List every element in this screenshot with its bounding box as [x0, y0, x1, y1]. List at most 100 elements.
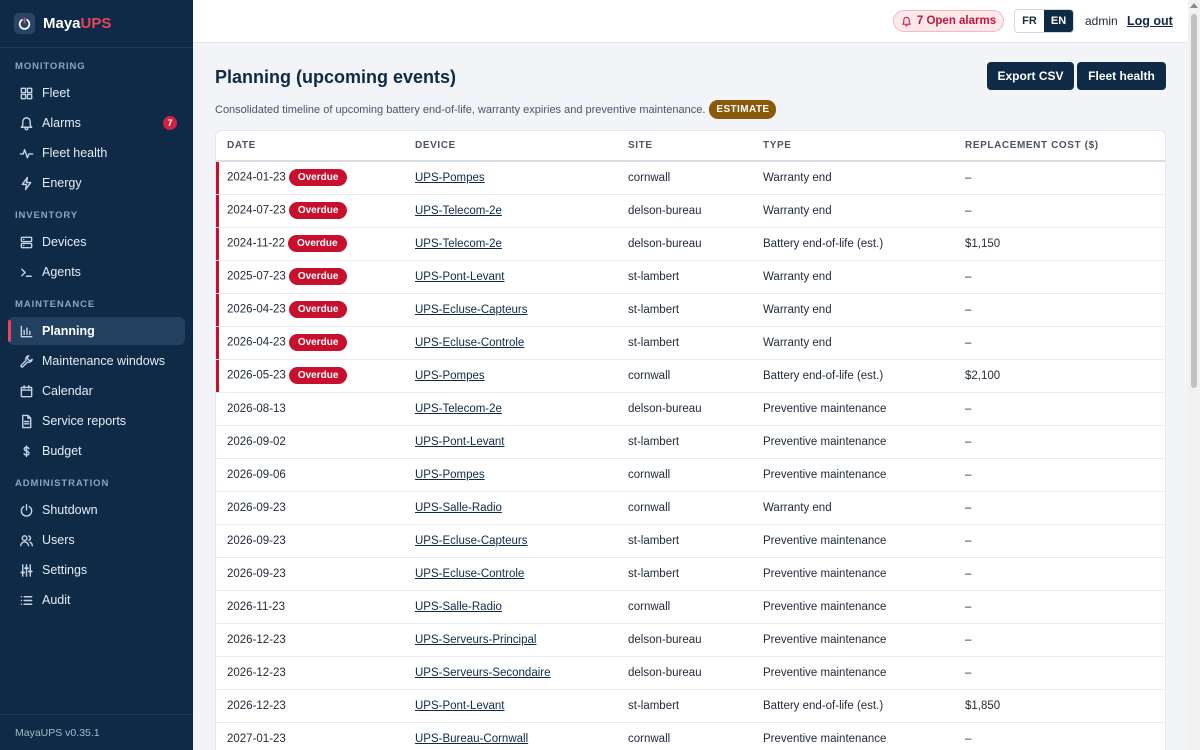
cell-cost: – — [965, 425, 1165, 459]
column-header-device[interactable]: DEVICE — [415, 131, 628, 162]
sidebar-item-budget[interactable]: Budget — [8, 437, 185, 465]
column-header-cost[interactable]: REPLACEMENT COST ($) — [965, 131, 1165, 162]
device-link[interactable]: UPS-Pont-Levant — [415, 436, 505, 448]
device-link[interactable]: UPS-Serveurs-Secondaire — [415, 667, 551, 679]
cell-device: UPS-Pompes — [415, 458, 628, 492]
sidebar-section-monitoring: MONITORING — [15, 61, 86, 72]
scroll-up-arrow-icon[interactable] — [1190, 3, 1198, 8]
cell-date: 2026-09-23 — [216, 557, 415, 591]
cell-device: UPS-Ecluse-Controle — [415, 326, 628, 360]
sidebar-item-energy[interactable]: Energy — [8, 169, 185, 197]
sidebar-item-fleet-health[interactable]: Fleet health — [8, 139, 185, 167]
cell-type: Warranty end — [763, 491, 965, 525]
sidebar-item-audit[interactable]: Audit — [8, 586, 185, 614]
table-row: 2026-09-06 UPS-Pompes cornwall Preventive m… — [216, 458, 1165, 492]
cell-site: cornwall — [628, 722, 763, 750]
device-link[interactable]: UPS-Serveurs-Principal — [415, 634, 536, 646]
cell-cost: – — [965, 491, 1165, 525]
sidebar-item-agents[interactable]: Agents — [8, 258, 185, 286]
export-csv-button[interactable]: Export CSV — [987, 62, 1074, 90]
sidebar-item-fleet[interactable]: Fleet — [8, 79, 185, 107]
logout-link[interactable]: Log out — [1127, 14, 1173, 28]
event-date: 2026-04-23 — [227, 336, 286, 349]
cell-site: cornwall — [628, 491, 763, 525]
table-row: 2026-05-23 Overdue UPS-Pompes cornwall Batte… — [216, 359, 1165, 393]
device-link[interactable]: UPS-Ecluse-Capteurs — [415, 304, 527, 316]
event-date: 2024-11-22 — [227, 237, 285, 250]
table-row: 2024-11-22 Overdue UPS-Telecom-2e delson-bu… — [216, 227, 1165, 261]
cell-type: Preventive maintenance — [763, 623, 965, 657]
bell-icon — [18, 115, 34, 131]
device-link[interactable]: UPS-Pont-Levant — [415, 271, 505, 283]
event-date: 2026-09-23 — [227, 567, 286, 580]
device-link[interactable]: UPS-Ecluse-Controle — [415, 568, 524, 580]
users-icon — [18, 532, 34, 548]
cell-type: Warranty end — [763, 293, 965, 327]
cell-device: UPS-Salle-Radio — [415, 590, 628, 624]
cell-type: Warranty end — [763, 161, 965, 195]
cell-type: Battery end-of-life (est.) — [763, 359, 965, 393]
scroll-thumb[interactable] — [1191, 14, 1197, 388]
device-link[interactable]: UPS-Pompes — [415, 172, 485, 184]
sidebar-item-settings[interactable]: Settings — [8, 556, 185, 584]
device-link[interactable]: UPS-Pompes — [415, 469, 485, 481]
sidebar-item-alarms[interactable]: Alarms 7 — [8, 109, 185, 137]
cell-device: UPS-Pont-Levant — [415, 425, 628, 459]
cell-type: Warranty end — [763, 194, 965, 228]
app-version: MayaUPS v0.35.1 — [0, 714, 193, 750]
cell-type: Preventive maintenance — [763, 722, 965, 750]
document-icon — [18, 413, 34, 429]
device-link[interactable]: UPS-Telecom-2e — [415, 403, 502, 415]
sidebar-item-label: Service reports — [42, 414, 127, 428]
device-link[interactable]: UPS-Salle-Radio — [415, 502, 502, 514]
cell-type: Warranty end — [763, 326, 965, 360]
sidebar-item-maintenance-windows[interactable]: Maintenance windows — [8, 347, 185, 375]
column-header-site[interactable]: SITE — [628, 131, 763, 162]
sidebar-item-users[interactable]: Users — [8, 526, 185, 554]
cell-cost: – — [965, 293, 1165, 327]
page-scrollbar[interactable] — [1188, 0, 1200, 750]
alarms-count-badge: 7 — [163, 116, 177, 130]
device-link[interactable]: UPS-Ecluse-Capteurs — [415, 535, 527, 547]
column-header-date[interactable]: DATE — [216, 131, 415, 162]
event-date: 2026-09-02 — [227, 435, 286, 448]
page-title: Planning (upcoming events) — [215, 67, 457, 87]
planning-table-body: 2024-01-23 Overdue UPS-Pompes cornwall Warra… — [216, 161, 1165, 750]
brand[interactable]: MayaUPS — [0, 0, 193, 48]
cell-date: 2024-07-23 Overdue — [216, 194, 415, 228]
table-row: 2026-08-13 UPS-Telecom-2e delson-bureau Pre… — [216, 392, 1165, 426]
power-icon — [18, 502, 34, 518]
cell-site: delson-bureau — [628, 392, 763, 426]
overdue-badge: Overdue — [288, 169, 348, 187]
device-link[interactable]: UPS-Pont-Levant — [415, 700, 505, 712]
sidebar-item-planning[interactable]: Planning — [8, 317, 185, 345]
table-row: 2026-09-23 UPS-Salle-Radio cornwall Warrant… — [216, 491, 1165, 525]
device-link[interactable]: UPS-Ecluse-Controle — [415, 337, 524, 349]
dollar-icon — [18, 443, 34, 459]
table-row: 2026-04-23 Overdue UPS-Ecluse-Controle st-l… — [216, 326, 1165, 360]
sidebar-item-label: Alarms — [42, 116, 81, 130]
lang-fr-button[interactable]: FR — [1015, 10, 1044, 32]
device-link[interactable]: UPS-Telecom-2e — [415, 238, 502, 250]
sidebar-item-devices[interactable]: Devices — [8, 228, 185, 256]
device-link[interactable]: UPS-Salle-Radio — [415, 601, 502, 613]
lang-en-button[interactable]: EN — [1044, 10, 1073, 32]
table-row: 2026-12-23 UPS-Serveurs-Secondaire delson-… — [216, 656, 1165, 690]
sidebar-item-service-reports[interactable]: Service reports — [8, 407, 185, 435]
sidebar-nav: MONITORING Fleet Alarms 7 Fleet health Energy… — [0, 61, 193, 614]
top-bar: 7 Open alarms FR EN admin Log out — [193, 0, 1188, 43]
cell-site: delson-bureau — [628, 227, 763, 261]
sidebar-item-shutdown[interactable]: Shutdown — [8, 496, 185, 524]
device-link[interactable]: UPS-Pompes — [415, 370, 485, 382]
sidebar-item-calendar[interactable]: Calendar — [8, 377, 185, 405]
cell-cost: – — [965, 260, 1165, 294]
table-row: 2024-01-23 Overdue UPS-Pompes cornwall Warra… — [216, 161, 1165, 195]
fleet-health-button[interactable]: Fleet health — [1077, 62, 1166, 90]
cell-type: Preventive maintenance — [763, 425, 965, 459]
open-alarms-pill[interactable]: 7 Open alarms — [893, 10, 1004, 32]
sidebar-item-label: Planning — [42, 324, 95, 338]
device-link[interactable]: UPS-Telecom-2e — [415, 205, 502, 217]
device-link[interactable]: UPS-Bureau-Cornwall — [415, 733, 528, 745]
column-header-type[interactable]: TYPE — [763, 131, 965, 162]
brand-name: MayaUPS — [43, 15, 112, 32]
